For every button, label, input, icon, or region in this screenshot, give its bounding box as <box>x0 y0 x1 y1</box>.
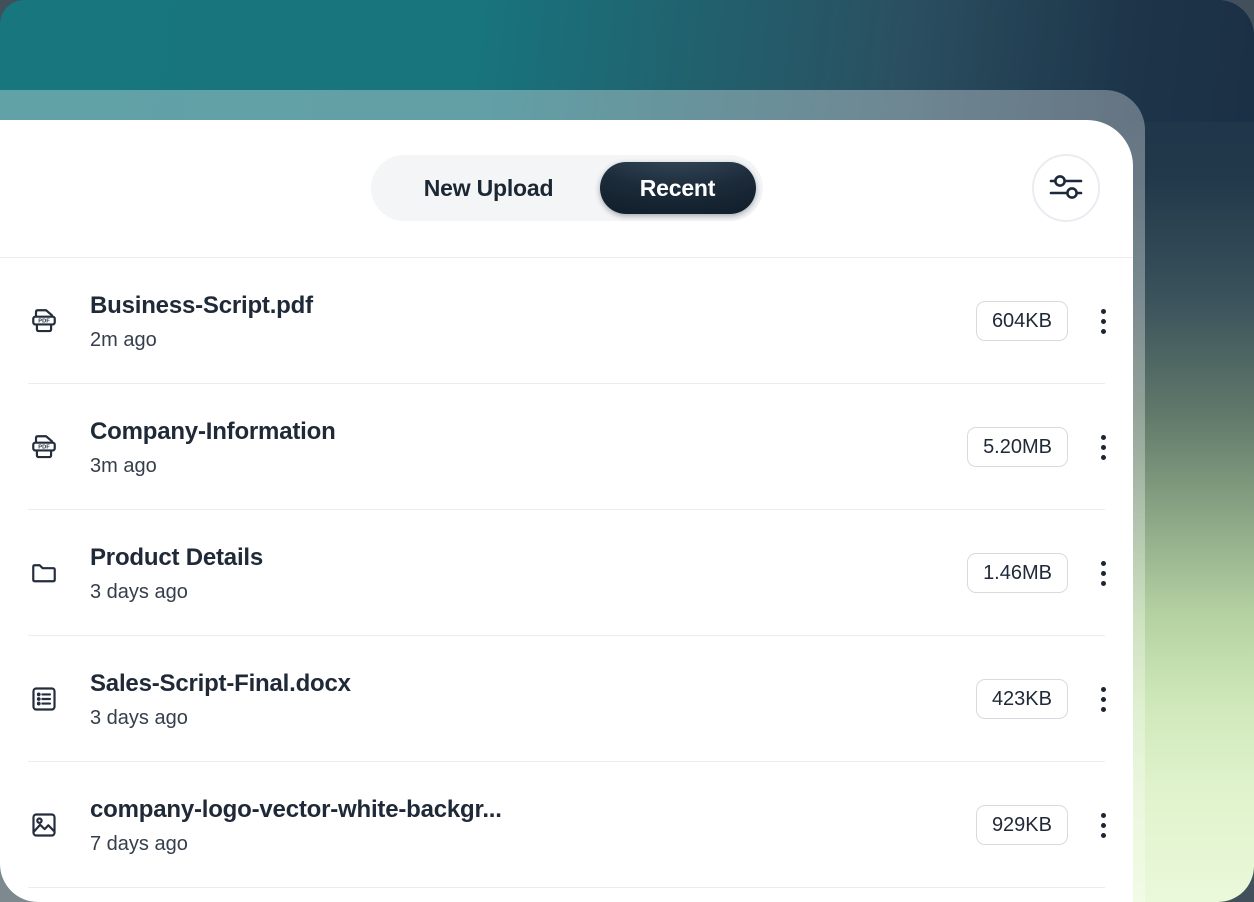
file-timestamp: 3 days ago <box>90 707 976 730</box>
file-name: company-logo-vector-white-backgr... <box>90 796 976 824</box>
file-name: Product Details <box>90 544 967 572</box>
filter-button[interactable] <box>1032 154 1100 222</box>
file-timestamp: 3m ago <box>90 455 967 478</box>
file-size-badge: 604KB <box>976 301 1068 341</box>
image-file-icon <box>28 809 62 841</box>
file-size-badge: 1.46MB <box>967 553 1068 593</box>
file-timestamp: 7 days ago <box>90 833 976 856</box>
file-row[interactable]: Product Details 3 days ago 1.46MB <box>0 510 1133 636</box>
tab-recent[interactable]: Recent <box>600 162 756 214</box>
more-options-button[interactable] <box>1097 303 1109 340</box>
pdf-file-icon: PDF <box>28 431 62 463</box>
screen: New Upload Recent <box>0 0 1254 902</box>
panel-header: New Upload Recent <box>0 120 1133 258</box>
svg-text:PDF: PDF <box>38 319 50 325</box>
file-size-badge: 5.20MB <box>967 427 1068 467</box>
file-row[interactable]: company-logo-vector-white-backgr... 7 da… <box>0 762 1133 888</box>
svg-text:PDF: PDF <box>38 445 50 451</box>
more-options-button[interactable] <box>1097 555 1109 592</box>
file-name: Company-Information <box>90 418 967 446</box>
file-row[interactable]: PDF Business-Script.pdf 2m ago 604KB <box>0 258 1133 384</box>
more-options-button[interactable] <box>1097 429 1109 466</box>
more-options-button[interactable] <box>1097 807 1109 844</box>
file-row[interactable]: Sales-Script-Final.docx 3 days ago 423KB <box>0 636 1133 762</box>
file-panel: New Upload Recent <box>0 120 1133 902</box>
sliders-icon <box>1046 169 1086 208</box>
file-row[interactable]: PDF Company-Information 3m ago 5.20MB <box>0 384 1133 510</box>
file-timestamp: 3 days ago <box>90 581 967 604</box>
folder-icon <box>28 557 62 589</box>
file-timestamp: 2m ago <box>90 329 976 352</box>
upload-recent-segmented-control: New Upload Recent <box>371 155 763 221</box>
file-info: Business-Script.pdf 2m ago <box>90 290 976 352</box>
tab-new-upload[interactable]: New Upload <box>378 162 600 214</box>
doc-file-icon <box>28 683 62 715</box>
file-list: PDF Business-Script.pdf 2m ago 604KB <box>0 258 1133 902</box>
more-options-button[interactable] <box>1097 681 1109 718</box>
file-info: Product Details 3 days ago <box>90 542 967 604</box>
file-size-badge: 929KB <box>976 805 1068 845</box>
file-info: Company-Information 3m ago <box>90 416 967 478</box>
file-name: Sales-Script-Final.docx <box>90 670 976 698</box>
pdf-file-icon: PDF <box>28 305 62 337</box>
file-size-badge: 423KB <box>976 679 1068 719</box>
file-info: company-logo-vector-white-backgr... 7 da… <box>90 794 976 856</box>
file-info: Sales-Script-Final.docx 3 days ago <box>90 668 976 730</box>
file-name: Business-Script.pdf <box>90 292 976 320</box>
